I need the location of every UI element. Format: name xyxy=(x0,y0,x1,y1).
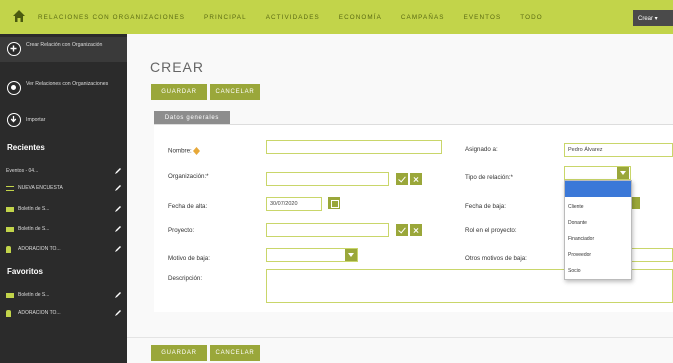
fecha-alta-label: Fecha de alta: xyxy=(168,203,208,210)
organizacion-label: Organización:* xyxy=(168,173,209,180)
tipo-relacion-dropdown: Cliente Donante Financiador Proveedor So… xyxy=(564,180,632,280)
main-nav: RELACIONES CON ORGANIZACIONES PRINCIPAL … xyxy=(38,0,562,34)
top-navigation-bar: RELACIONES CON ORGANIZACIONES PRINCIPAL … xyxy=(0,0,673,34)
favorite-item-label: Boletín de S... xyxy=(18,292,50,298)
nav-principal[interactable]: PRINCIPAL xyxy=(204,14,247,21)
recientes-heading: Recientes xyxy=(7,143,45,152)
favorite-item-label: ADORACION TO... xyxy=(18,310,61,316)
page-title: CREAR xyxy=(150,59,205,75)
megaphone-icon xyxy=(6,227,14,232)
required-flag-icon xyxy=(193,147,201,155)
chevron-down-icon[interactable] xyxy=(345,249,357,261)
recent-item-label: Eventos - 04... xyxy=(6,168,39,174)
select-organizacion-button[interactable] xyxy=(396,173,408,185)
fecha-alta-input[interactable]: 30/07/2020 xyxy=(266,197,322,211)
descripcion-label: Descripción: xyxy=(168,275,203,282)
tipo-relacion-label: Tipo de relación:* xyxy=(465,174,513,181)
sidebar-action-label: Ver Relaciones con Organizaciones xyxy=(26,81,109,87)
home-icon[interactable] xyxy=(13,10,25,22)
person-icon xyxy=(6,246,11,253)
asignado-input[interactable]: Pedro Álvarez xyxy=(564,143,673,157)
dropdown-option-empty[interactable] xyxy=(565,181,631,197)
recent-item-label: Boletín de S... xyxy=(18,206,50,212)
nombre-label: Nombre: xyxy=(168,147,201,155)
crear-menu-button[interactable]: Crear ▾ xyxy=(633,10,673,26)
nav-actividades[interactable]: ACTIVIDADES xyxy=(266,14,320,21)
recent-item[interactable]: NUEVA ENCUESTA xyxy=(6,183,122,195)
asignado-label: Asignado a: xyxy=(465,146,498,153)
megaphone-icon xyxy=(6,293,14,298)
sidebar-action-crear[interactable]: Crear Relación con Organización xyxy=(0,37,127,62)
favorite-item[interactable]: Boletín de S... xyxy=(6,290,122,302)
bottom-action-bar: GUARDAR CANCELAR xyxy=(127,337,673,363)
dropdown-option-financiador[interactable]: Financiador xyxy=(565,231,631,247)
nav-relaciones[interactable]: RELACIONES CON ORGANIZACIONES xyxy=(38,14,185,21)
dropdown-option-socio[interactable]: Socio xyxy=(565,263,631,279)
import-circle-icon xyxy=(7,113,21,127)
recent-item-label: NUEVA ENCUESTA xyxy=(18,185,63,191)
clear-proyecto-button[interactable] xyxy=(410,224,422,236)
save-button-bottom[interactable]: GUARDAR xyxy=(151,345,207,361)
edit-icon[interactable] xyxy=(114,184,122,192)
megaphone-icon xyxy=(6,207,14,212)
cancel-button[interactable]: CANCELAR xyxy=(210,84,260,100)
plus-circle-icon xyxy=(7,42,21,56)
dropdown-option-proveedor[interactable]: Proveedor xyxy=(565,247,631,263)
edit-icon[interactable] xyxy=(114,291,122,299)
edit-icon[interactable] xyxy=(114,245,122,253)
save-button[interactable]: GUARDAR xyxy=(151,84,207,100)
list-icon xyxy=(6,186,14,191)
edit-icon[interactable] xyxy=(114,225,122,233)
recent-item[interactable]: ADORACION TO... xyxy=(6,244,122,256)
cancel-button-bottom[interactable]: CANCELAR xyxy=(210,345,260,361)
favoritos-heading: Favoritos xyxy=(7,267,44,276)
recent-item[interactable]: Eventos - 04... xyxy=(6,166,122,178)
calendar-icon[interactable] xyxy=(328,197,340,209)
motivo-baja-label: Motivo de baja: xyxy=(168,255,210,262)
nav-todo[interactable]: TODO xyxy=(520,14,542,21)
clear-organizacion-button[interactable] xyxy=(410,173,422,185)
nav-economia[interactable]: ECONOMÍA xyxy=(339,14,382,21)
dropdown-option-donante[interactable]: Donante xyxy=(565,215,631,231)
sidebar-action-label: Crear Relación con Organización xyxy=(26,42,103,48)
dropdown-option-cliente[interactable]: Cliente xyxy=(565,199,631,215)
proyecto-input[interactable] xyxy=(266,223,389,237)
proyecto-label: Proyecto: xyxy=(168,227,195,234)
otros-motivos-label: Otros motivos de baja: xyxy=(465,255,527,262)
sidebar-action-label: Importar xyxy=(26,117,46,123)
nav-campanas[interactable]: CAMPAÑAS xyxy=(401,14,445,21)
sidebar-action-ver[interactable]: Ver Relaciones con Organizaciones xyxy=(0,76,127,101)
sidebar: Crear Relación con Organización Ver Rela… xyxy=(0,34,127,363)
recent-item-label: Boletín de S... xyxy=(18,226,50,232)
edit-icon[interactable] xyxy=(114,309,122,317)
recent-item-label: ADORACION TO... xyxy=(18,246,61,252)
recent-item[interactable]: Boletín de S... xyxy=(6,224,122,236)
edit-icon[interactable] xyxy=(114,167,122,175)
chevron-down-icon[interactable] xyxy=(617,167,629,179)
fecha-baja-label: Fecha de baja: xyxy=(465,203,506,210)
recent-item[interactable]: Boletín de S... xyxy=(6,204,122,216)
tab-datos-generales[interactable]: Datos generales xyxy=(154,111,230,124)
nombre-input[interactable] xyxy=(266,140,442,154)
select-proyecto-button[interactable] xyxy=(396,224,408,236)
nav-eventos[interactable]: EVENTOS xyxy=(464,14,502,21)
rol-proyecto-label: Rol en el proyecto: xyxy=(465,227,517,234)
edit-icon[interactable] xyxy=(114,205,122,213)
sidebar-action-importar[interactable]: Importar xyxy=(0,108,127,133)
organizacion-input[interactable] xyxy=(266,172,389,186)
view-circle-icon xyxy=(7,81,21,95)
favorite-item[interactable]: ADORACION TO... xyxy=(6,308,122,320)
person-icon xyxy=(6,310,11,317)
nombre-label-text: Nombre: xyxy=(168,147,192,155)
